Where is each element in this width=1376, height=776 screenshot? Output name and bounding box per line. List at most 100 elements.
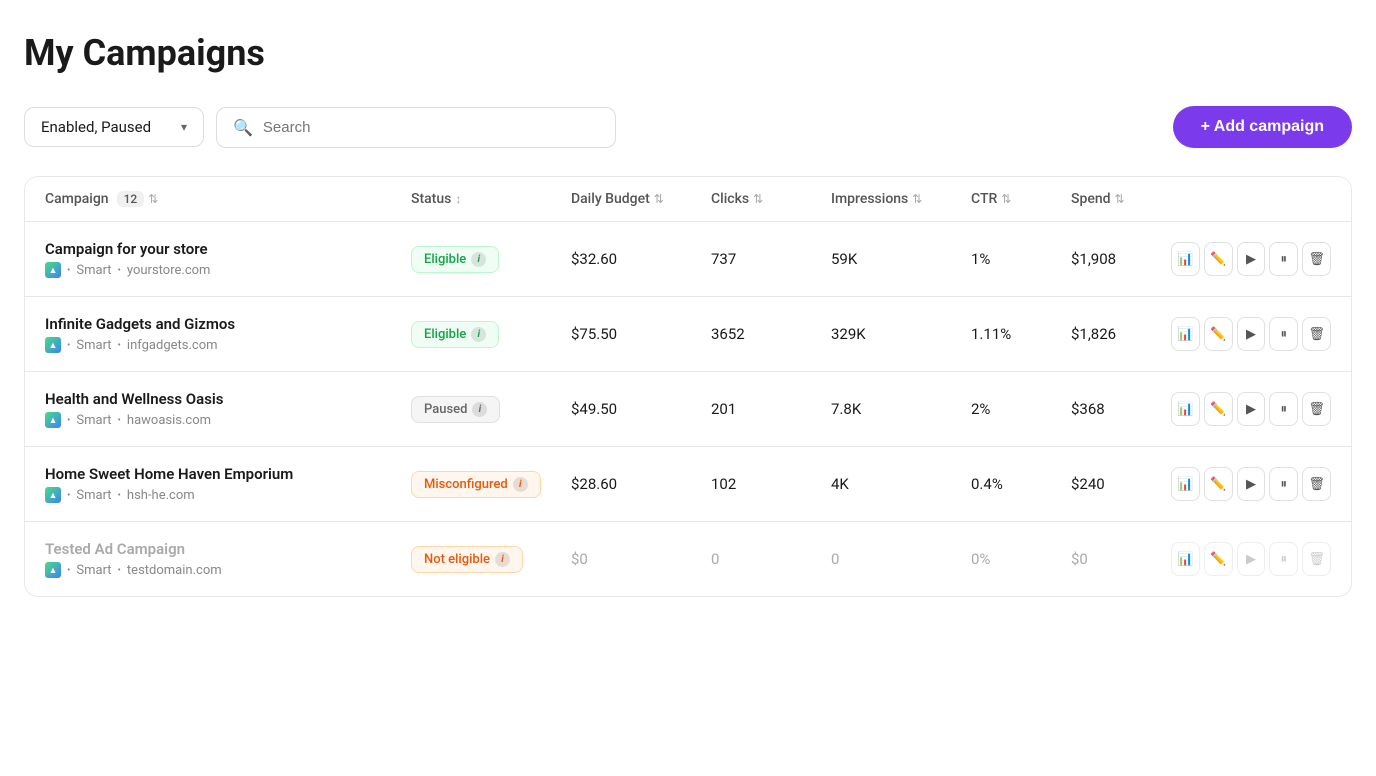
sort-icon[interactable]: ⇅ — [1001, 192, 1011, 206]
smart-icon: ▲ — [45, 487, 61, 503]
sort-icon[interactable]: ⇅ — [654, 192, 664, 206]
table-row: Infinite Gadgets and Gizmos ▲ • Smart • … — [25, 297, 1351, 372]
edit-button[interactable]: ✏️ — [1204, 467, 1233, 501]
row-actions: 📊 ✏️ ▶ ⏸ 🗑 — [1171, 242, 1331, 276]
clicks-value: 737 — [711, 250, 831, 268]
campaign-status: Eligible i — [411, 321, 571, 348]
analytics-button[interactable]: 📊 — [1171, 467, 1200, 501]
info-icon[interactable]: i — [471, 252, 486, 267]
clicks-value: 102 — [711, 475, 831, 493]
status-badge: Paused i — [411, 396, 500, 423]
status-badge: Eligible i — [411, 246, 499, 273]
campaign-name: Home Sweet Home Haven Emporium — [45, 465, 411, 483]
campaign-meta: ▲ • Smart • infgadgets.com — [45, 337, 411, 353]
impressions-value: 4K — [831, 475, 971, 493]
impressions-value: 329K — [831, 325, 971, 343]
daily-budget-value: $49.50 — [571, 400, 711, 418]
col-ctr: CTR ⇅ — [971, 191, 1071, 207]
pause-button[interactable]: ⏸ — [1269, 317, 1298, 351]
add-campaign-button[interactable]: + Add campaign — [1173, 106, 1352, 148]
daily-budget-value: $75.50 — [571, 325, 711, 343]
campaign-name: Tested Ad Campaign — [45, 540, 411, 558]
edit-button[interactable]: ✏️ — [1204, 242, 1233, 276]
col-campaign: Campaign 12 ⇅ — [45, 191, 411, 207]
status-filter-dropdown[interactable]: Enabled, Paused ▾ — [24, 107, 204, 147]
clicks-value: 0 — [711, 550, 831, 568]
edit-button[interactable]: ✏️ — [1204, 542, 1233, 576]
play-button[interactable]: ▶ — [1237, 242, 1266, 276]
filter-label: Enabled, Paused — [41, 118, 151, 136]
impressions-value: 59K — [831, 250, 971, 268]
play-button[interactable]: ▶ — [1237, 467, 1266, 501]
info-icon[interactable]: i — [513, 477, 528, 492]
campaign-domain: testdomain.com — [127, 563, 222, 578]
play-button[interactable]: ▶ — [1237, 542, 1266, 576]
ctr-value: 1.11% — [971, 325, 1071, 343]
play-button[interactable]: ▶ — [1237, 317, 1266, 351]
chevron-down-icon: ▾ — [181, 120, 187, 134]
campaign-info: Tested Ad Campaign ▲ • Smart • testdomai… — [45, 540, 411, 578]
pause-button[interactable]: ⏸ — [1269, 542, 1298, 576]
row-actions: 📊 ✏️ ▶ ⏸ 🗑 — [1171, 542, 1331, 576]
info-icon[interactable]: i — [495, 552, 510, 567]
table-row: Campaign for your store ▲ • Smart • your… — [25, 222, 1351, 297]
status-badge: Misconfigured i — [411, 471, 541, 498]
campaigns-table: Campaign 12 ⇅ Status ↕ Daily Budget ⇅ Cl… — [24, 176, 1352, 597]
status-badge: Eligible i — [411, 321, 499, 348]
campaign-meta: ▲ • Smart • hawoasis.com — [45, 412, 411, 428]
search-input[interactable] — [263, 119, 599, 136]
delete-button[interactable]: 🗑 — [1302, 467, 1331, 501]
col-spend: Spend ⇅ — [1071, 191, 1171, 207]
delete-button[interactable]: 🗑 — [1302, 392, 1331, 426]
col-clicks: Clicks ⇅ — [711, 191, 831, 207]
sort-icon[interactable]: ⇅ — [753, 192, 763, 206]
ctr-value: 0.4% — [971, 475, 1071, 493]
pause-button[interactable]: ⏸ — [1269, 467, 1298, 501]
search-icon: 🔍 — [233, 118, 253, 137]
col-status: Status ↕ — [411, 191, 571, 207]
clicks-value: 3652 — [711, 325, 831, 343]
pause-button[interactable]: ⏸ — [1269, 242, 1298, 276]
smart-icon: ▲ — [45, 562, 61, 578]
campaign-type: Smart — [76, 488, 111, 503]
delete-button[interactable]: 🗑 — [1302, 242, 1331, 276]
daily-budget-value: $28.60 — [571, 475, 711, 493]
campaign-info: Home Sweet Home Haven Emporium ▲ • Smart… — [45, 465, 411, 503]
edit-button[interactable]: ✏️ — [1204, 317, 1233, 351]
daily-budget-value: $32.60 — [571, 250, 711, 268]
info-icon[interactable]: i — [472, 402, 487, 417]
spend-value: $368 — [1071, 400, 1171, 418]
campaign-type: Smart — [76, 263, 111, 278]
sort-icon[interactable]: ⇅ — [148, 192, 158, 206]
play-button[interactable]: ▶ — [1237, 392, 1266, 426]
delete-button[interactable]: 🗑 — [1302, 542, 1331, 576]
sort-icon[interactable]: ⇅ — [912, 192, 922, 206]
delete-button[interactable]: 🗑 — [1302, 317, 1331, 351]
analytics-button[interactable]: 📊 — [1171, 542, 1200, 576]
campaign-meta: ▲ • Smart • yourstore.com — [45, 262, 411, 278]
analytics-button[interactable]: 📊 — [1171, 317, 1200, 351]
analytics-button[interactable]: 📊 — [1171, 242, 1200, 276]
info-icon[interactable]: i — [471, 327, 486, 342]
sort-icon[interactable]: ↕ — [455, 192, 461, 206]
analytics-button[interactable]: 📊 — [1171, 392, 1200, 426]
campaign-domain: yourstore.com — [127, 263, 211, 278]
edit-button[interactable]: ✏️ — [1204, 392, 1233, 426]
campaign-info: Health and Wellness Oasis ▲ • Smart • ha… — [45, 390, 411, 428]
spend-value: $240 — [1071, 475, 1171, 493]
campaign-type: Smart — [76, 563, 111, 578]
impressions-value: 7.8K — [831, 400, 971, 418]
campaign-domain: infgadgets.com — [127, 338, 218, 353]
table-row: Home Sweet Home Haven Emporium ▲ • Smart… — [25, 447, 1351, 522]
sort-icon[interactable]: ⇅ — [1115, 192, 1125, 206]
smart-icon: ▲ — [45, 412, 61, 428]
pause-button[interactable]: ⏸ — [1269, 392, 1298, 426]
col-daily-budget: Daily Budget ⇅ — [571, 191, 711, 207]
campaign-type: Smart — [76, 338, 111, 353]
campaign-status: Eligible i — [411, 246, 571, 273]
row-actions: 📊 ✏️ ▶ ⏸ 🗑 — [1171, 317, 1331, 351]
spend-value: $1,826 — [1071, 325, 1171, 343]
spend-value: $0 — [1071, 550, 1171, 568]
campaign-domain: hawoasis.com — [127, 413, 211, 428]
campaign-info: Campaign for your store ▲ • Smart • your… — [45, 240, 411, 278]
